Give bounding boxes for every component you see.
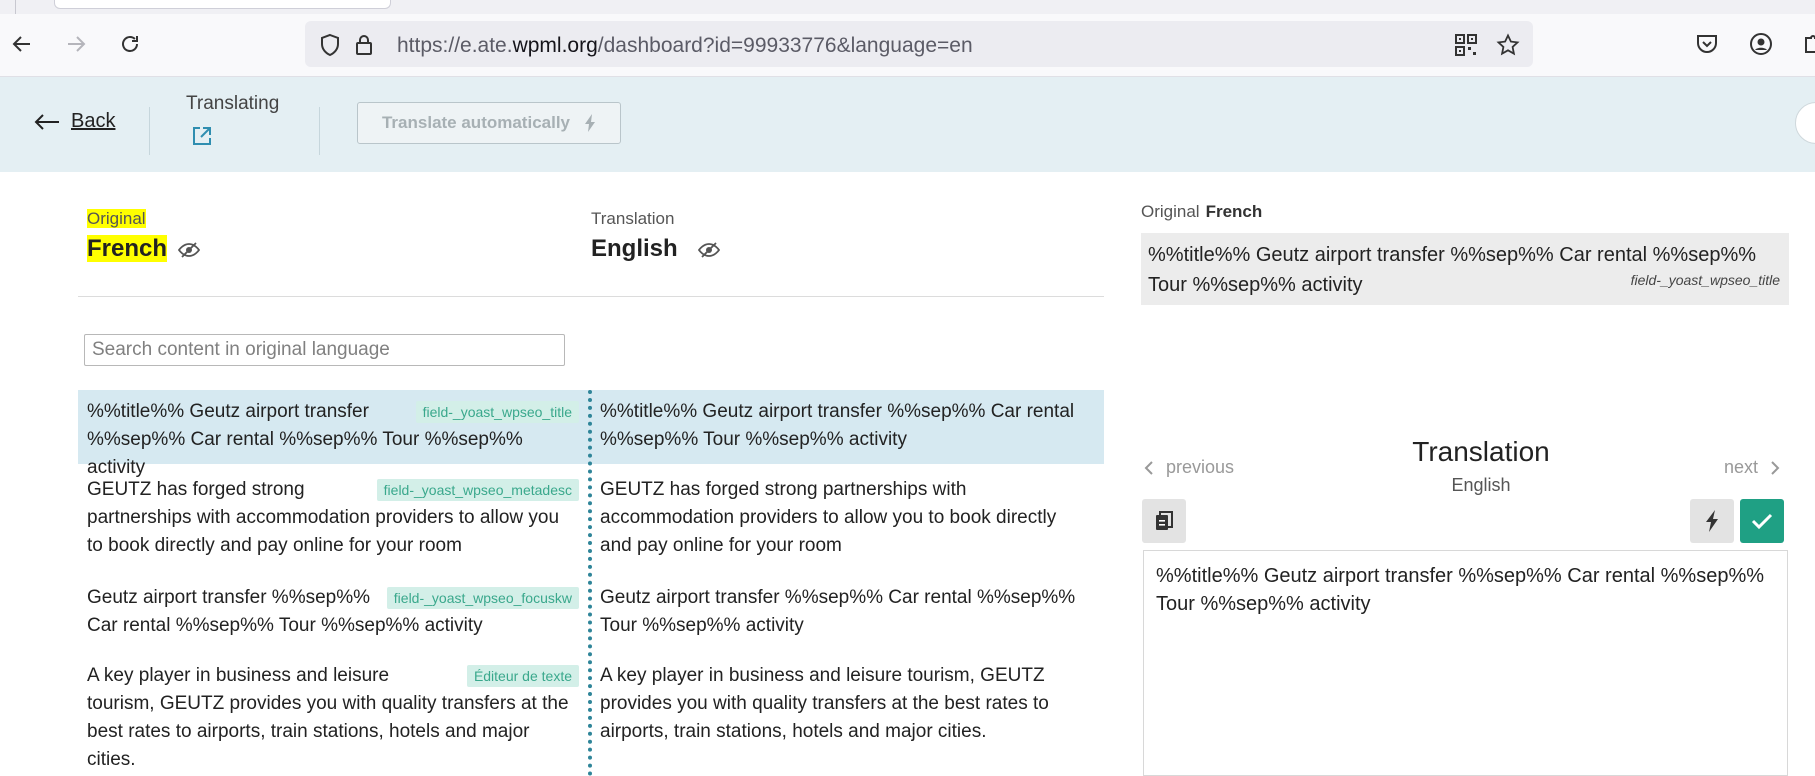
settings-gear-icon[interactable]: [1795, 102, 1815, 144]
translation-title: Translation: [1412, 436, 1550, 467]
original-text-box: %%title%% Geutz airport transfer %%sep%%…: [1141, 233, 1789, 305]
eye-slash-icon[interactable]: [177, 241, 201, 259]
lock-icon[interactable]: [351, 32, 377, 58]
extensions-icon[interactable]: [1798, 29, 1815, 59]
qr-code-icon[interactable]: [1453, 32, 1479, 58]
tab-strip: [0, 0, 1815, 14]
field-tag: Éditeur de texte: [466, 665, 579, 687]
external-link-icon[interactable]: [191, 125, 213, 152]
browser-toolbar: https://e.ate.wpml.org/dashboard?id=9993…: [0, 14, 1815, 77]
eye-slash-icon[interactable]: [697, 241, 721, 259]
shield-icon[interactable]: [317, 32, 343, 58]
segment-original: field-_yoast_wpseo_metadesc GEUTZ has fo…: [87, 476, 579, 560]
left-arrow-icon: [34, 113, 59, 130]
back-link[interactable]: Back: [33, 110, 115, 133]
url-text[interactable]: https://e.ate.wpml.org/dashboard?id=9993…: [397, 34, 973, 58]
chevron-right-icon: [1771, 460, 1780, 475]
lightning-icon: [585, 114, 596, 132]
segment-translation: A key player in business and leisure tou…: [600, 665, 1049, 742]
next-button[interactable]: next: [1724, 457, 1780, 478]
checkmark-icon: [1751, 513, 1773, 530]
heading-divider: [78, 296, 1104, 297]
search-input[interactable]: [84, 334, 565, 366]
bookmark-star-icon[interactable]: [1495, 32, 1521, 58]
chevron-left-icon: [1144, 460, 1153, 475]
translating-label: Translating: [186, 93, 280, 114]
copy-original-button[interactable]: [1142, 499, 1186, 543]
auto-translate-segment-button[interactable]: [1690, 499, 1734, 543]
back-arrow-icon[interactable]: [6, 28, 38, 60]
translation-text[interactable]: %%title%% Geutz airport transfer %%sep%%…: [1156, 565, 1764, 615]
translate-automatically-label: Translate automatically: [381, 113, 571, 132]
active-tab[interactable]: [54, 0, 391, 9]
field-tag: field-_yoast_wpseo_focuskw: [386, 587, 579, 609]
field-tag: field-_yoast_wpseo_title: [415, 401, 579, 423]
segment-translation: Geutz airport transfer %%sep%% Car renta…: [600, 587, 1076, 636]
original-field-tag: field-_yoast_wpseo_title: [1630, 272, 1780, 288]
right-original-heading: Original French: [1141, 202, 1263, 221]
editor-header: Back Translating Translate automatically: [0, 77, 1815, 172]
forward-arrow-icon[interactable]: [60, 28, 92, 60]
lightning-icon: [1706, 510, 1718, 532]
original-language: French: [87, 235, 168, 262]
translation-label: Translation: [591, 209, 675, 228]
original-label: Original: [87, 209, 146, 228]
column-divider: [588, 390, 592, 776]
segment-translation: %%title%% Geutz airport transfer %%sep%%…: [600, 401, 1075, 450]
tab-divider: [15, 0, 16, 14]
translation-language: English: [591, 235, 678, 262]
translation-language-sub: English: [1451, 475, 1511, 495]
segment-original: field-_yoast_wpseo_focuskw Geutz airport…: [87, 584, 579, 640]
address-bar[interactable]: https://e.ate.wpml.org/dashboard?id=9993…: [305, 21, 1533, 67]
header-divider: [149, 107, 150, 155]
pocket-icon[interactable]: [1692, 29, 1722, 59]
segment-translation: GEUTZ has forged strong partnerships wit…: [600, 479, 1057, 556]
translation-editor[interactable]: %%title%% Geutz airport transfer %%sep%%…: [1143, 550, 1788, 776]
back-label[interactable]: Back: [71, 110, 115, 133]
previous-button[interactable]: previous: [1144, 457, 1234, 478]
copy-icon: [1156, 511, 1173, 530]
field-tag: field-_yoast_wpseo_metadesc: [376, 479, 579, 501]
header-divider: [319, 107, 320, 155]
account-icon[interactable]: [1746, 29, 1776, 59]
translate-automatically-button[interactable]: Translate automatically: [357, 102, 621, 144]
confirm-translation-button[interactable]: [1740, 499, 1784, 543]
reload-icon[interactable]: [114, 28, 146, 60]
segment-original: Éditeur de texte A key player in busines…: [87, 662, 579, 774]
